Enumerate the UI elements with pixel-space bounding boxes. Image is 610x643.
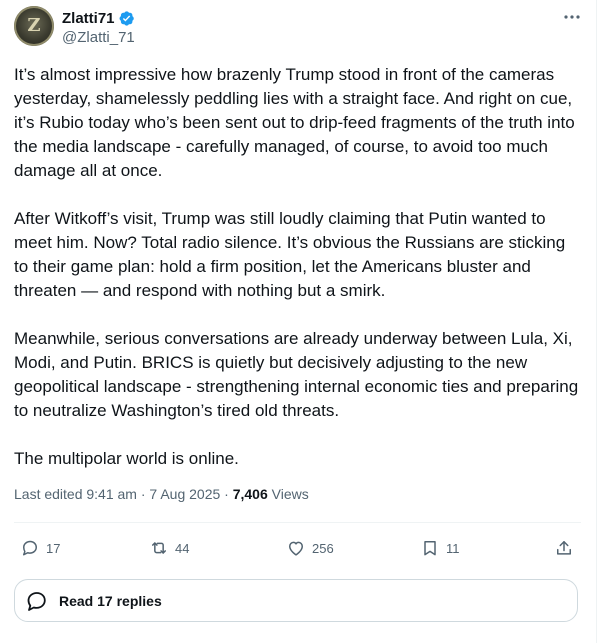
paragraph: Meanwhile, serious conversations are alr… xyxy=(14,329,579,420)
read-replies-label: Read 17 replies xyxy=(59,592,162,609)
post-header: Z Zlatti71 @Zlatti_71 xyxy=(14,6,584,50)
reply-icon xyxy=(23,540,37,556)
like-button[interactable]: 256 xyxy=(286,536,334,560)
action-bar: 17 44 256 11 xyxy=(14,536,581,560)
views-label: Views xyxy=(267,486,309,502)
like-icon xyxy=(289,541,303,556)
name-row: Zlatti71 xyxy=(62,8,135,28)
post-meta: Last edited 9:41 am · 7 Aug 2025 · 7,406… xyxy=(14,486,309,502)
bookmark-button[interactable]: 11 xyxy=(420,536,460,560)
share-icon xyxy=(557,541,571,555)
reply-count: 17 xyxy=(46,540,61,556)
more-icon[interactable] xyxy=(560,8,584,26)
handle[interactable]: @Zlatti_71 xyxy=(62,29,135,46)
paragraph: It’s almost impressive how brazenly Trum… xyxy=(14,65,575,180)
right-border xyxy=(596,0,597,643)
paragraph: The multipolar world is online. xyxy=(14,449,239,468)
verified-badge-icon[interactable] xyxy=(118,10,135,27)
repost-count: 44 xyxy=(175,540,190,556)
edited-timestamp[interactable]: Last edited 9:41 am · 7 Aug 2025 · xyxy=(14,486,233,502)
post-body: It’s almost impressive how brazenly Trum… xyxy=(14,63,579,471)
reply-button[interactable]: 17 xyxy=(20,536,60,560)
chat-bubble-icon xyxy=(27,591,46,611)
bookmark-icon xyxy=(424,541,436,556)
avatar-letter: Z xyxy=(27,15,41,36)
display-name[interactable]: Zlatti71 xyxy=(62,10,115,27)
avatar[interactable]: Z xyxy=(14,6,54,46)
like-count: 256 xyxy=(312,540,334,556)
share-button[interactable] xyxy=(554,536,574,560)
divider xyxy=(14,522,581,523)
views-count: 7,406 xyxy=(232,486,268,502)
repost-button[interactable]: 44 xyxy=(149,536,189,560)
repost-icon xyxy=(152,542,166,554)
paragraph: After Witkoff’s visit, Trump was still l… xyxy=(14,209,566,300)
bookmark-count: 11 xyxy=(446,540,460,556)
read-replies-button[interactable]: Read 17 replies xyxy=(14,579,578,622)
